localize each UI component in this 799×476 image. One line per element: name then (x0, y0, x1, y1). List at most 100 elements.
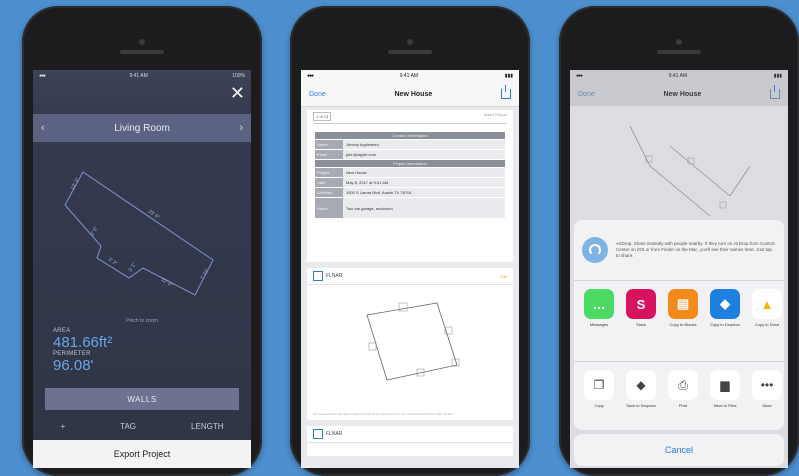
share-app-slack[interactable]: S Slack (620, 289, 662, 327)
action-save-to-dropbox[interactable]: ◆ Save to Dropbox (620, 370, 662, 408)
tool-bar: + TAG LENGTH (33, 418, 251, 434)
dim-label: 12' 0" (160, 277, 174, 289)
floorplan-drawing (366, 302, 460, 381)
zoom-hint: Pinch to zoom (126, 318, 158, 324)
next-room-button[interactable]: › (239, 122, 243, 134)
table-row: Address 1000 S Lamar Blvd, Austin TX 787… (315, 188, 505, 197)
status-bar: ●●● 9:41 AM ▮▮▮ (570, 70, 788, 82)
action-label: Save to Files (713, 403, 737, 408)
share-icon[interactable] (770, 85, 780, 99)
plan-footer: All measurements are approximate and sho… (313, 412, 454, 416)
signal-icon: ●●● (39, 73, 46, 79)
row-value: 1000 S Lamar Blvd, Austin TX 78704 (343, 188, 505, 197)
table-row: Notes Two car garage, mudroom (315, 198, 505, 218)
share-app-ibooks[interactable]: ▤ Copy to iBooks (662, 289, 704, 327)
dropbox-icon: ◆ (626, 370, 656, 400)
row-value: Two car garage, mudroom (343, 198, 505, 218)
add-button[interactable]: + (61, 422, 66, 431)
airdrop-row[interactable]: AirDrop. Share instantly with people nea… (574, 220, 784, 281)
status-time: 9:41 AM (129, 73, 148, 79)
folder-icon: ▆ (710, 370, 740, 400)
printer-icon: ⎙ (668, 370, 698, 400)
report-page-header: 1 of 13 Insert Report (313, 112, 507, 124)
room-floorplan[interactable]: 13' 3" 33' 6" 7' 11" 2' 5" 3' 2" 12' 0" … (33, 150, 251, 310)
ibooks-icon: ▤ (668, 289, 698, 319)
share-app-dropbox[interactable]: ◆ Copy to Dropbox (704, 289, 746, 327)
nav-bar: Done New House (301, 82, 519, 107)
app-label: Copy to Dropbox (709, 322, 740, 327)
plan-line (669, 145, 731, 197)
edit-link[interactable]: Edit (500, 274, 507, 279)
speaker-slot (120, 50, 164, 54)
camera-dot (139, 39, 145, 45)
share-app-messages[interactable]: … Messages (578, 289, 620, 327)
floorplan-page: FLNAR Edit All measurements are approxim… (307, 268, 513, 420)
speaker-slot (388, 50, 432, 54)
floorplan-page-header: FLNAR (307, 426, 513, 443)
status-bar: ●●● 9:41 AM ▮▮▮ (301, 70, 519, 82)
share-icon[interactable] (501, 85, 511, 99)
walls-button[interactable]: WALLS (45, 388, 239, 410)
prev-room-button[interactable]: ‹ (41, 122, 45, 134)
more-icon: ••• (752, 370, 782, 400)
app-label: Copy to iBooks (669, 322, 697, 327)
slack-icon: S (626, 289, 656, 319)
status-bar: ●●● 9:41 AM 100% (33, 70, 251, 82)
battery-icon: ▮▮▮ (773, 73, 782, 79)
done-button[interactable]: Done (578, 91, 595, 98)
row-value: New House (343, 168, 505, 177)
page-indicator: 1 of 13 (313, 112, 332, 121)
close-icon[interactable]: ✕ (230, 84, 245, 102)
row-value: Johnny Appleseed (343, 140, 505, 149)
share-apps-row: … Messages S Slack ▤ Copy to iBooks ◆ Co… (574, 281, 784, 362)
row-value: john@apple.com (343, 150, 505, 159)
action-print[interactable]: ⎙ Print (662, 370, 704, 408)
plan-line (629, 125, 711, 217)
airdrop-icon (582, 237, 608, 263)
export-project-button[interactable]: Export Project (33, 440, 251, 468)
length-button[interactable]: LENGTH (191, 422, 223, 431)
row-key: Date (315, 178, 343, 187)
camera-dot (407, 39, 413, 45)
insert-report-link[interactable]: Insert Report (484, 112, 507, 121)
action-copy[interactable]: ❐ Copy (578, 370, 620, 408)
action-more[interactable]: ••• More (746, 370, 784, 408)
plan-outline (366, 302, 458, 381)
floorplan-page-2: FLNAR (307, 426, 513, 456)
share-app-drive[interactable]: ▲ Copy to Drive (746, 289, 784, 327)
floorplan-page-header: FLNAR Edit (307, 268, 513, 285)
phone-device-room-measure: ●●● 9:41 AM 100% ✕ ‹ Living Room › 13' 3… (22, 6, 262, 476)
signal-icon: ●●● (307, 73, 314, 79)
room-outline (64, 171, 214, 296)
row-key: Project (315, 168, 343, 177)
nav-title: New House (663, 90, 702, 98)
row-key: Address (315, 188, 343, 197)
brand-name: FLNAR (326, 431, 343, 437)
background-floorplan (629, 125, 751, 217)
report-table: Contact Information Name Johnny Applesee… (315, 132, 505, 218)
row-value: May 8, 2017 at 9:41 AM (343, 178, 505, 187)
tag-button[interactable]: TAG (120, 422, 136, 431)
speaker-slot (657, 50, 701, 54)
done-button[interactable]: Done (309, 91, 326, 98)
action-label: Print (678, 403, 688, 408)
airdrop-description: AirDrop. Share instantly with people nea… (616, 241, 775, 258)
room-measure-screen: ●●● 9:41 AM 100% ✕ ‹ Living Room › 13' 3… (33, 70, 251, 468)
logo-icon (313, 271, 323, 281)
room-metrics: AREA 481.66ft² PERIMETER 96.08' (53, 328, 112, 374)
nav-title: New House (394, 90, 433, 98)
action-save-to-files[interactable]: ▆ Save to Files (704, 370, 746, 408)
phone-device-report: ●●● 9:41 AM ▮▮▮ Done New House 1 of 13 I… (290, 6, 530, 476)
table-row: Project New House (315, 168, 505, 177)
row-key: Notes (315, 198, 343, 218)
room-title: Living Room (114, 122, 170, 134)
section-header: Project Information (315, 160, 505, 167)
cancel-button[interactable]: Cancel (574, 434, 784, 466)
dim-label: 33' 6" (147, 209, 161, 221)
brand-logo: FLNAR (313, 271, 342, 281)
battery-icon: ▮▮▮ (504, 73, 513, 79)
copy-icon: ❐ (584, 370, 614, 400)
app-label: Slack (636, 322, 646, 327)
status-time: 9:41 AM (399, 73, 419, 79)
signal-icon: ●●● (576, 73, 583, 79)
